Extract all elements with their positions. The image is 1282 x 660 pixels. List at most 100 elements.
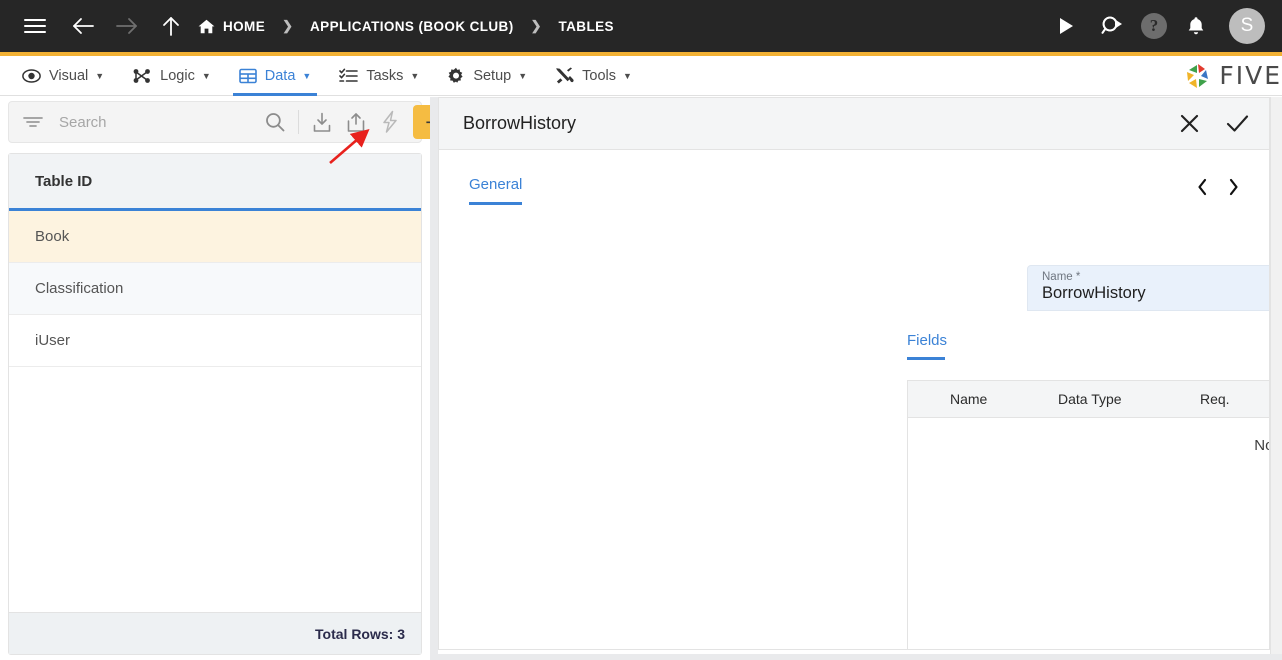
breadcrumb-item-home[interactable]: HOME [198,19,265,34]
chevron-down-icon: ▼ [95,70,105,81]
detail-header: BorrowHistory [439,98,1269,150]
check-icon[interactable] [1226,113,1249,134]
detail-tabs: General [469,150,1239,205]
sidebar-toolbar: + [8,101,451,143]
menu-label-tools: Tools [582,67,616,84]
fields-table: Name Data Type Req. Size Default Display… [907,380,1269,649]
chevron-down-icon: ▼ [302,70,312,81]
breadcrumb-separator: ❯ [530,18,542,33]
tab-fields-label: Fields [907,332,948,349]
menu-bar: Visual ▼ Logic ▼ Data ▼ Tasks ▼ Setup ▼ [0,56,1282,96]
column-header-table-id[interactable]: Table ID [9,154,421,211]
list-item-iuser[interactable]: iUser [9,315,421,367]
tools-icon [555,67,574,84]
search-run-icon[interactable] [1095,9,1129,43]
back-arrow-icon[interactable] [66,9,100,43]
breadcrumb-separator: ❯ [282,18,294,33]
column-header-data-type[interactable]: Data Type [1058,391,1122,407]
name-field-label: Name * [1042,271,1081,283]
up-arrow-icon[interactable] [154,9,188,43]
tab-general[interactable]: General [469,176,523,205]
tab-fields[interactable]: Fields [907,332,947,360]
bell-icon[interactable] [1179,9,1213,43]
breadcrumb-label-tables: TABLES [558,18,614,34]
breadcrumb-item-tables[interactable]: TABLES [559,19,614,34]
page-title: BorrowHistory [463,113,577,133]
help-glyph: ? [1149,16,1159,35]
import-icon[interactable] [305,105,339,139]
five-wordmark: FIVE [1219,61,1282,90]
lightning-bolt-icon[interactable] [373,105,407,139]
export-icon[interactable] [339,105,373,139]
task-list-icon [339,68,359,84]
filter-icon[interactable] [23,115,43,129]
list-item-label: iUser [35,332,71,349]
menu-item-tools[interactable]: Tools ▼ [541,56,646,96]
detail-header-actions [1179,113,1249,134]
forward-arrow-icon [110,9,144,43]
menu-item-visual[interactable]: Visual ▼ [8,56,118,96]
menu-item-setup[interactable]: Setup ▼ [433,56,541,96]
five-pinwheel-icon [1187,63,1209,88]
five-logo: FIVE [1182,61,1282,91]
breadcrumb-label-home: HOME [223,18,266,34]
chevron-down-icon: ▼ [623,70,632,81]
avatar[interactable]: S [1229,8,1265,44]
menu-item-logic[interactable]: Logic ▼ [118,56,225,96]
breadcrumb: HOME ❯ APPLICATIONS (BOOK CLUB) ❯ TABLES [198,18,614,34]
play-icon[interactable] [1049,9,1083,43]
menu-label-data: Data [264,67,296,84]
menu-item-tasks[interactable]: Tasks ▼ [325,56,433,96]
search-icon[interactable] [258,105,292,139]
close-icon[interactable] [1179,113,1200,134]
home-icon [198,19,215,34]
list-item-book[interactable]: Book [9,211,421,263]
chevron-down-icon: ▼ [410,70,420,81]
fields-tabs: Fields [907,332,947,360]
column-header-req[interactable]: Req. [1200,391,1230,407]
chevron-left-icon[interactable] [1197,178,1208,196]
tables-sidebar: + Table ID Book Classification iUser Tot… [0,97,451,660]
search-input[interactable] [59,113,258,131]
table-detail-panel: BorrowHistory General Name * BorrowHisto… [438,97,1270,650]
avatar-initial: S [1240,15,1254,36]
tables-list: Table ID Book Classification iUser Total… [8,153,422,655]
top-bar: HOME ❯ APPLICATIONS (BOOK CLUB) ❯ TABLES… [0,0,1282,52]
name-field[interactable]: Name * BorrowHistory [1027,265,1269,311]
column-header-label: Table ID [35,172,93,190]
help-icon[interactable]: ? [1141,13,1167,39]
column-header-name[interactable]: Name [950,391,987,407]
empty-message: No Fields. [1254,437,1269,454]
top-bar-actions: ? S [1049,8,1282,44]
list-item-label: Classification [35,280,124,297]
hamburger-icon[interactable] [18,9,52,43]
bottom-strip [438,654,1282,660]
vertical-scrollbar[interactable] [1270,97,1282,660]
total-rows-label: Total Rows: 3 [9,612,421,654]
breadcrumb-item-applications[interactable]: APPLICATIONS (BOOK CLUB) [310,19,514,34]
menu-label-setup: Setup [473,67,512,84]
detail-body: General Name * BorrowHistory Fields Name… [439,150,1269,649]
fields-table-empty-state: No Fields. [908,418,1269,649]
breadcrumb-label-applications: APPLICATIONS (BOOK CLUB) [310,18,514,34]
tables-list-rows: Book Classification iUser [9,211,421,612]
menu-label-visual: Visual [49,67,89,84]
chevron-down-icon: ▼ [518,70,528,81]
list-item-label: Book [35,228,70,245]
fields-table-header: Name Data Type Req. Size Default Display… [908,381,1269,418]
toolbar-divider [298,110,299,134]
menu-label-tasks: Tasks [366,67,404,84]
menu-item-data[interactable]: Data ▼ [225,56,326,96]
eye-icon [22,68,41,83]
tab-general-label: General [469,176,523,193]
gear-icon [447,67,465,85]
logic-nodes-icon [132,68,152,84]
total-rows-text: Total Rows: 3 [315,625,405,642]
list-item-classification[interactable]: Classification [9,263,421,315]
chevron-down-icon: ▼ [201,70,211,81]
menu-label-logic: Logic [160,67,195,84]
name-field-value: BorrowHistory [1042,284,1146,302]
record-navigation [1197,176,1239,196]
panel-gutter [430,97,438,660]
chevron-right-icon[interactable] [1228,178,1239,196]
